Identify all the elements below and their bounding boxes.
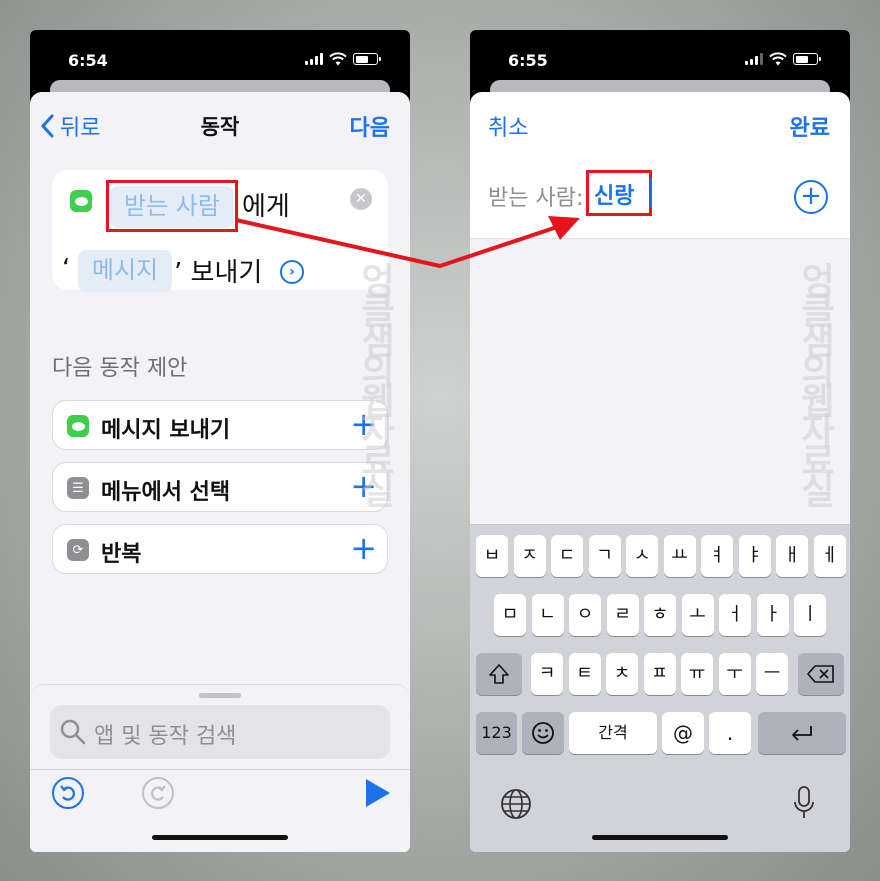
action-search-panel: 앱 및 동작 검색 xyxy=(30,684,410,852)
back-button[interactable]: 뒤로 xyxy=(40,110,100,142)
keyboard-key[interactable]: ㅣ xyxy=(794,594,826,636)
messages-icon xyxy=(67,415,89,437)
to-suffix-text: 에게 xyxy=(242,192,290,222)
cellular-signal-icon xyxy=(305,53,323,65)
keyboard-key[interactable]: ㅡ xyxy=(756,653,788,695)
keyboard-key[interactable]: ㅓ xyxy=(719,594,751,636)
cancel-button[interactable]: 취소 xyxy=(488,110,528,142)
keyboard-key[interactable]: ㅎ xyxy=(644,594,676,636)
suggestions-title: 다음 동작 제안 xyxy=(52,356,188,381)
suggestion-item-choose-from-menu[interactable]: ☰ 메뉴에서 선택 + xyxy=(52,462,388,512)
cellular-signal-icon xyxy=(745,53,763,65)
wifi-icon xyxy=(769,52,787,66)
return-key[interactable] xyxy=(758,712,846,754)
add-icon[interactable]: + xyxy=(350,468,377,504)
repeat-icon: ⟳ xyxy=(67,539,89,561)
keyboard-key[interactable]: ㅋ xyxy=(531,653,563,695)
keyboard-key[interactable]: ㅛ xyxy=(663,535,696,577)
space-key[interactable]: 간격 xyxy=(569,712,657,754)
keyboard-key[interactable]: ㄱ xyxy=(588,535,621,577)
suggestion-item-repeat[interactable]: ⟳ 반복 + xyxy=(52,524,388,574)
search-icon xyxy=(60,719,86,745)
right-phone-screenshot: 6:55 취소 완료 받는 사람: 신랑 + ㅂㅈㄷㄱㅅㅛㅕㅑㅐㅔ ㅁㄴㅇㄹㅎㅗ… xyxy=(470,30,850,852)
keyboard-key[interactable]: ㅠ xyxy=(681,653,713,695)
keyboard-key[interactable]: ㄹ xyxy=(606,594,639,636)
wifi-icon xyxy=(329,52,347,66)
search-field[interactable]: 앱 및 동작 검색 xyxy=(50,705,390,759)
recipient-picker-sheet: 취소 완료 받는 사람: 신랑 + ㅂㅈㄷㄱㅅㅛㅕㅑㅐㅔ ㅁㄴㅇㄹㅎㅗㅓㅏㅣ ㅋ… xyxy=(470,92,850,852)
send-text: ’ 보내기 xyxy=(174,258,263,288)
text-cursor xyxy=(650,178,652,208)
globe-icon[interactable] xyxy=(499,787,533,821)
keyboard-key[interactable]: ㅍ xyxy=(643,653,676,695)
menu-icon: ☰ xyxy=(67,477,89,499)
status-time: 6:55 xyxy=(508,51,548,70)
status-icons xyxy=(305,52,381,66)
suggestion-label: 메뉴에서 선택 xyxy=(101,480,231,505)
chevron-right-circle-icon[interactable]: › xyxy=(280,260,304,284)
to-field-label: 받는 사람: xyxy=(488,186,584,211)
emoji-key[interactable] xyxy=(522,712,564,754)
home-indicator xyxy=(592,835,728,840)
grab-handle[interactable] xyxy=(199,693,241,698)
korean-keyboard: ㅂㅈㄷㄱㅅㅛㅕㅑㅐㅔ ㅁㄴㅇㄹㅎㅗㅓㅏㅣ ㅋㅌㅊㅍㅠㅜㅡ 123 간격 @ . xyxy=(470,524,850,852)
keyboard-key[interactable]: ㅑ xyxy=(738,535,771,577)
action-editor-sheet: 뒤로 동작 다음 받는 사람 에게 ✕ ‘ 메시지 ’ 보내기 › 다음 동작 … xyxy=(30,92,410,852)
keyboard-key[interactable]: ㅗ xyxy=(681,594,714,636)
messages-icon xyxy=(70,190,92,212)
next-button[interactable]: 다음 xyxy=(350,110,390,142)
at-key[interactable]: @ xyxy=(662,712,704,754)
toolbar-divider xyxy=(30,769,410,770)
keyboard-key[interactable]: ㅂ xyxy=(476,535,508,577)
search-placeholder: 앱 및 동작 검색 xyxy=(94,724,237,749)
recipient-highlight-box xyxy=(586,170,652,216)
undo-icon[interactable] xyxy=(52,777,84,809)
clear-icon[interactable]: ✕ xyxy=(350,188,372,210)
done-button[interactable]: 완료 xyxy=(790,110,830,142)
left-phone-screenshot: 6:54 뒤로 동작 다음 받는 사람 에게 ✕ ‘ 메시지 ’ 보내기 › 다… xyxy=(30,30,410,852)
keyboard-key[interactable]: ㄴ xyxy=(531,594,564,636)
status-icons xyxy=(745,52,821,66)
message-placeholder-token[interactable]: 메시지 xyxy=(78,250,172,292)
status-time: 6:54 xyxy=(68,51,108,70)
keyboard-key[interactable]: ㅔ xyxy=(813,535,846,577)
recipient-highlight-box xyxy=(106,180,238,232)
keyboard-key[interactable]: ㅜ xyxy=(718,653,751,695)
keyboard-key[interactable]: ㅏ xyxy=(756,594,789,636)
shift-key[interactable] xyxy=(476,653,522,695)
keyboard-key[interactable]: ㅁ xyxy=(494,594,526,636)
keyboard-key[interactable]: ㅊ xyxy=(606,653,638,695)
quote-open-text: ‘ xyxy=(62,254,71,284)
microphone-icon[interactable] xyxy=(792,785,816,821)
keyboard-key[interactable]: ㅇ xyxy=(569,594,601,636)
battery-icon xyxy=(353,53,381,65)
keyboard-key[interactable]: ㅅ xyxy=(626,535,658,577)
keyboard-key[interactable]: ㅐ xyxy=(776,535,808,577)
send-message-action-card: 받는 사람 에게 ✕ ‘ 메시지 ’ 보내기 › xyxy=(52,170,388,292)
play-icon[interactable] xyxy=(366,779,390,807)
keyboard-key[interactable]: ㅕ xyxy=(701,535,733,577)
home-indicator xyxy=(152,835,288,840)
suggestion-label: 메시지 보내기 xyxy=(101,418,231,443)
battery-icon xyxy=(793,53,821,65)
period-key[interactable]: . xyxy=(709,712,751,754)
add-icon[interactable]: + xyxy=(350,530,377,566)
add-icon[interactable]: + xyxy=(350,406,377,442)
suggestion-label: 반복 xyxy=(101,542,142,567)
keyboard-key[interactable]: ㅌ xyxy=(568,653,601,695)
add-contact-icon[interactable]: + xyxy=(794,180,828,214)
back-label: 뒤로 xyxy=(60,116,101,141)
suggestion-item-send-message[interactable]: 메시지 보내기 + xyxy=(52,400,388,450)
backspace-key[interactable] xyxy=(798,653,844,695)
chevron-left-icon xyxy=(41,114,54,138)
keyboard-key[interactable]: ㅈ xyxy=(513,535,546,577)
numbers-key[interactable]: 123 xyxy=(476,712,517,754)
keyboard-key[interactable]: ㄷ xyxy=(551,535,583,577)
redo-icon[interactable] xyxy=(142,777,174,809)
